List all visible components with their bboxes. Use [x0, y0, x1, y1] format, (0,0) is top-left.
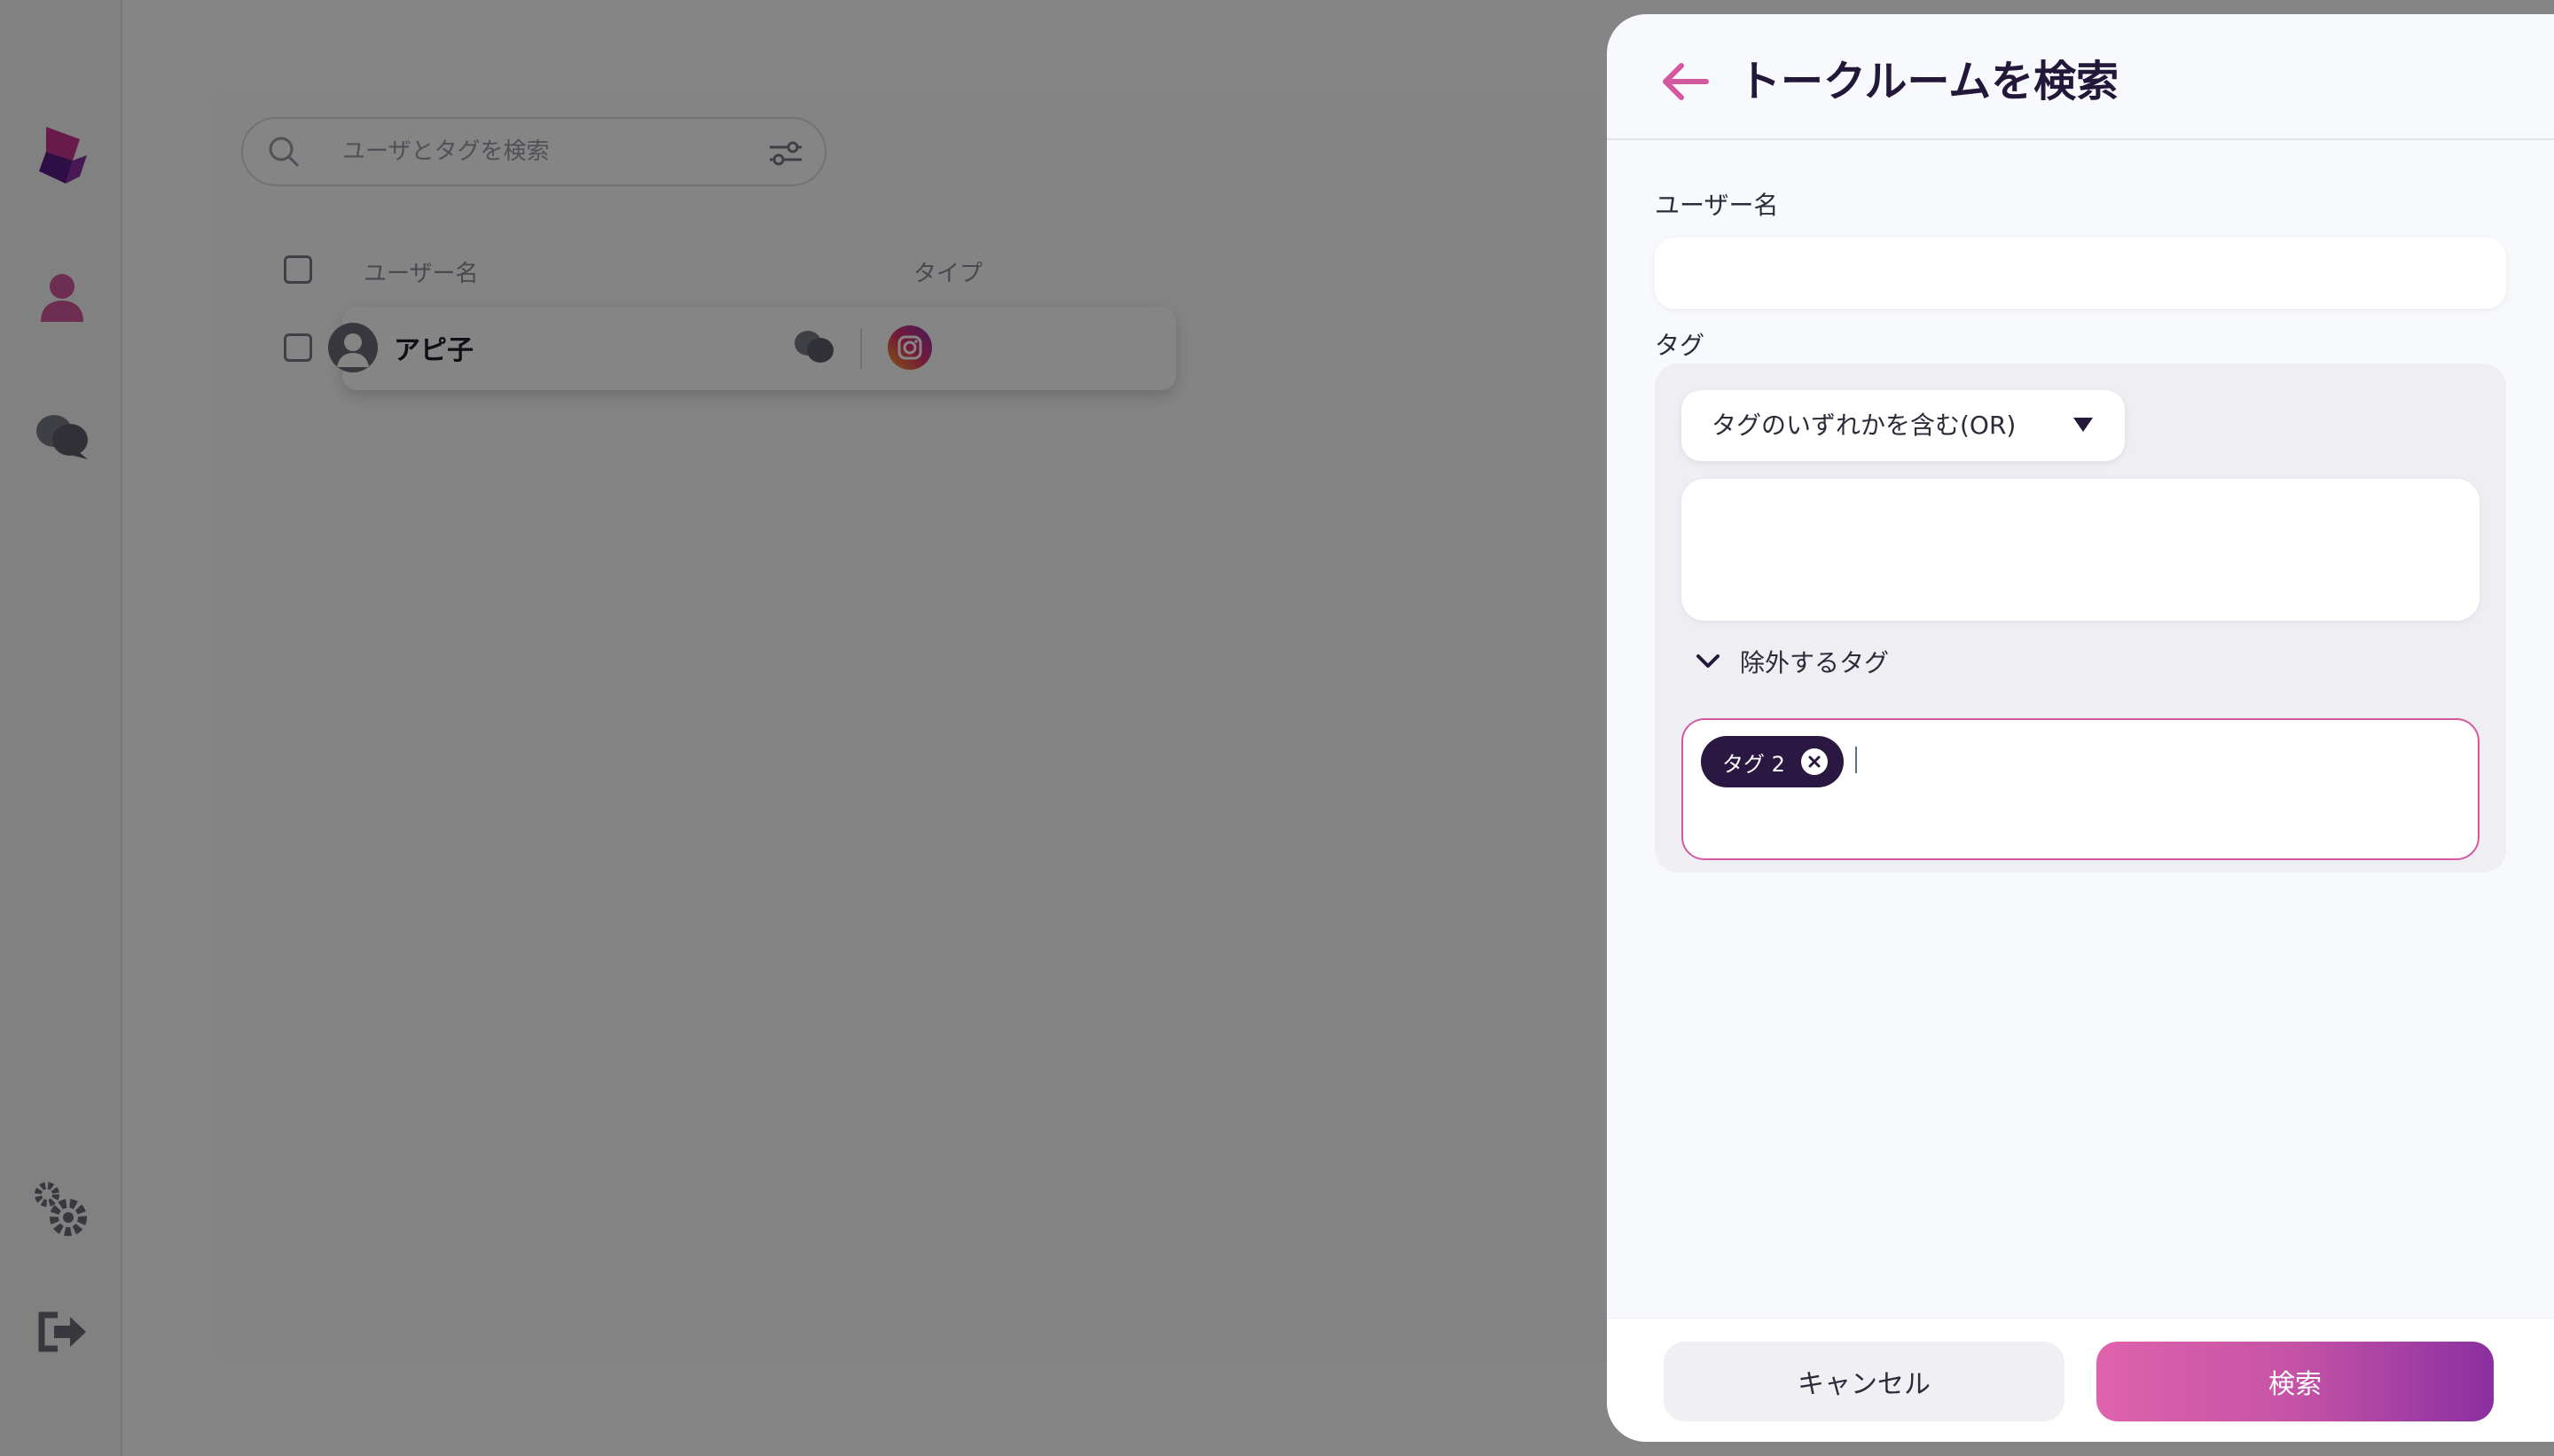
include-tags-input[interactable]	[1681, 479, 2480, 621]
exclude-tags-input[interactable]: タグ 2	[1681, 718, 2480, 860]
tag-mode-value: タグのいずれかを含む(OR)	[1712, 411, 2017, 440]
back-arrow-icon[interactable]	[1657, 53, 1713, 110]
username-label: ユーザー名	[1655, 191, 1779, 220]
tag-filter-box: タグのいずれかを含む(OR) 除外するタグ タグ 2	[1655, 364, 2506, 873]
tag-label: タグ	[1655, 331, 1705, 360]
panel-header: トークルームを検索	[1607, 14, 2554, 140]
page-title: トークルームを検索	[1738, 57, 2119, 106]
cancel-button[interactable]: キャンセル	[1664, 1342, 2064, 1421]
caret-down-icon	[2073, 418, 2093, 435]
talk-room-search-panel: トークルームを検索 ユーザー名 タグ タグのいずれかを含む(OR) 除外するタグ…	[1607, 14, 2554, 1442]
exclude-tags-toggle[interactable]: 除外するタグ	[1694, 644, 1889, 679]
tag-chip-label: タグ 2	[1722, 751, 1785, 777]
search-button[interactable]: 検索	[2096, 1342, 2494, 1421]
chevron-down-icon	[1694, 647, 1722, 676]
panel-footer: キャンセル 検索	[1607, 1318, 2554, 1442]
tag-mode-select[interactable]: タグのいずれかを含む(OR)	[1681, 390, 2125, 461]
close-icon[interactable]	[1800, 748, 1828, 775]
text-cursor	[1855, 747, 1857, 773]
username-input[interactable]	[1655, 238, 2506, 309]
tag-chip: タグ 2	[1701, 736, 1844, 787]
exclude-tags-label: 除外するタグ	[1740, 648, 1890, 677]
